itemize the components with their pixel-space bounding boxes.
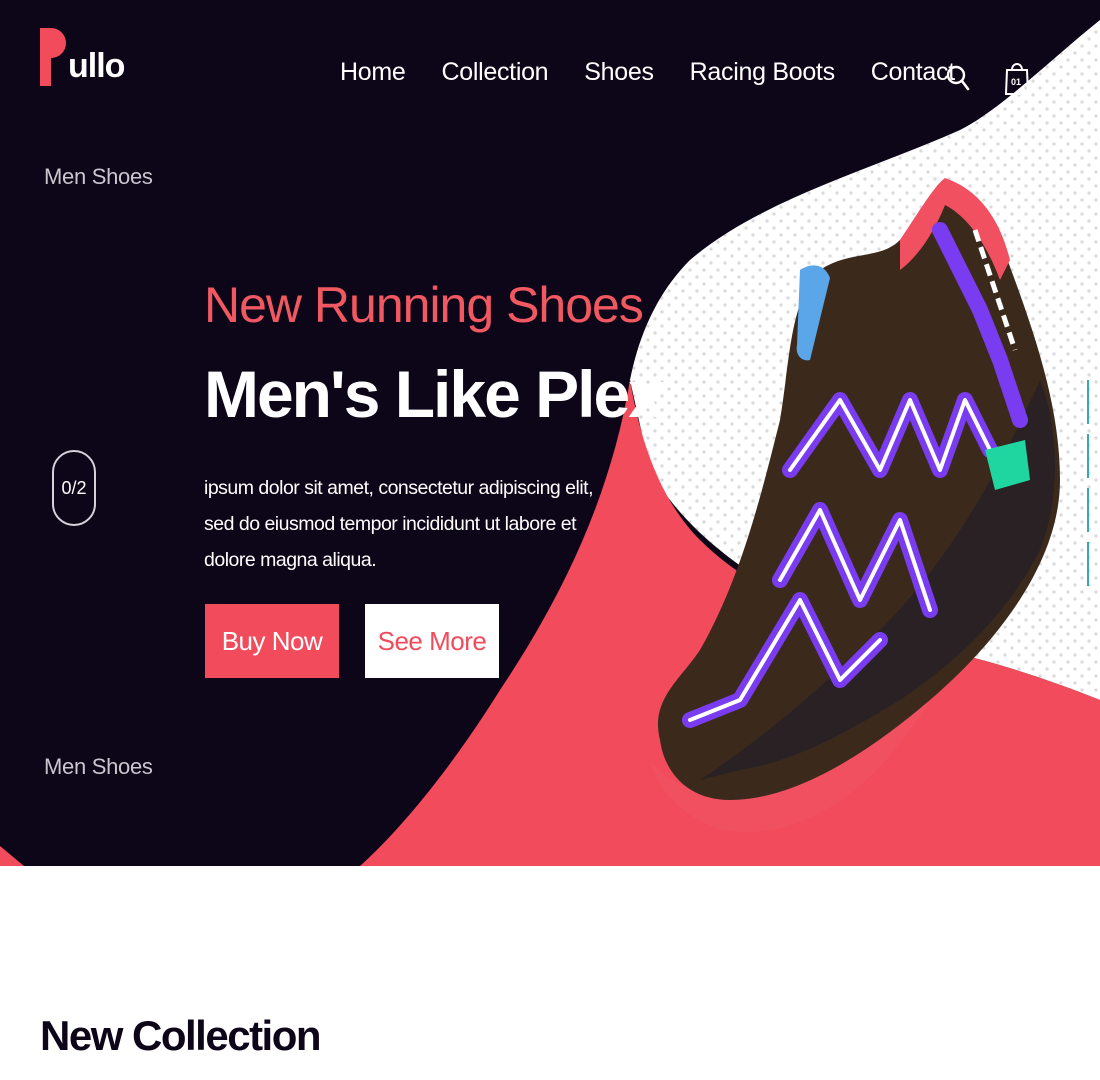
nav-shoes[interactable]: Shoes [584, 58, 654, 87]
hero-section: ullo Home Collection Shoes Racing Boots … [0, 0, 1100, 866]
nav-contact[interactable]: Contact [871, 58, 955, 87]
slider-dot[interactable] [1087, 434, 1089, 478]
side-label-top: Men Shoes [44, 164, 153, 189]
hero-background [0, 0, 1100, 866]
slider-dot[interactable] [1087, 380, 1089, 424]
new-collection-heading: New Collection [40, 1012, 322, 1059]
slide-counter: 0/2 [52, 450, 96, 526]
cart-count: 01 [1010, 77, 1021, 87]
buy-now-button[interactable]: Buy Now [205, 604, 339, 678]
logo-mark [40, 28, 66, 86]
slider-dot[interactable] [1087, 542, 1089, 586]
hero-title: Men's Like Plex [204, 357, 665, 431]
slider-dots [1087, 380, 1093, 596]
search-icon[interactable] [946, 64, 970, 92]
main-nav: Home Collection Shoes Racing Boots Conta… [340, 58, 991, 87]
shopping-bag-icon[interactable]: 01 [1004, 58, 1030, 96]
hero-subtitle: New Running Shoes [204, 277, 644, 333]
side-label-bottom: Men Shoes [44, 754, 153, 779]
logo-text: ullo [68, 47, 125, 85]
nav-collection[interactable]: Collection [442, 58, 549, 87]
slider-dot[interactable] [1087, 488, 1089, 532]
hero-description: ipsum dolor sit amet, consectetur adipis… [204, 477, 594, 571]
nav-home[interactable]: Home [340, 58, 406, 87]
see-more-button[interactable]: See More [365, 604, 499, 678]
brand-logo[interactable]: ullo [40, 26, 125, 86]
nav-racing-boots[interactable]: Racing Boots [690, 58, 835, 87]
